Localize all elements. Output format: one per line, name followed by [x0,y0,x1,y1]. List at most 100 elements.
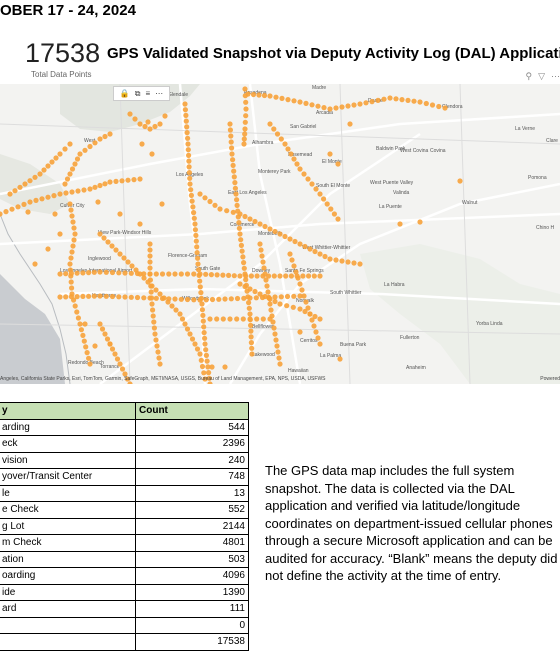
activity-marker[interactable] [259,253,265,259]
activity-marker[interactable] [107,341,113,347]
activity-marker[interactable] [196,272,202,278]
activity-marker[interactable] [285,146,291,152]
activity-marker[interactable] [74,156,81,162]
activity-marker[interactable] [423,100,429,107]
activity-marker[interactable] [228,139,234,145]
activity-marker[interactable] [9,206,15,212]
activity-marker[interactable] [116,294,122,300]
activity-marker[interactable] [182,321,188,327]
activity-marker[interactable] [82,321,88,327]
activity-marker[interactable] [312,313,318,320]
activity-marker[interactable] [202,195,208,201]
activity-marker[interactable] [74,270,80,276]
activity-marker[interactable] [442,105,448,111]
activity-marker[interactable] [186,170,192,176]
activity-marker[interactable] [302,243,308,250]
map-canvas[interactable]: GlendaleMadreDuarteGlendoraPasadenaArcad… [0,84,560,384]
activity-map[interactable]: GlendaleMadreDuarteGlendoraPasadenaArcad… [0,84,560,384]
activity-marker[interactable] [107,179,113,185]
activity-marker[interactable] [142,123,148,130]
activity-marker[interactable] [137,176,143,182]
activity-marker[interactable] [315,103,321,109]
activity-marker[interactable] [242,86,248,92]
activity-marker[interactable] [234,197,240,203]
activity-marker[interactable] [81,187,87,193]
activity-marker[interactable] [153,337,159,343]
activity-marker[interactable] [157,361,163,367]
activity-marker[interactable] [159,271,166,277]
activity-marker[interactable] [301,293,307,299]
activity-marker[interactable] [248,328,254,334]
activity-marker[interactable] [227,121,233,127]
activity-marker[interactable] [290,304,296,310]
activity-marker[interactable] [311,273,317,279]
activity-marker[interactable] [241,265,247,271]
activity-marker[interactable] [351,260,357,266]
activity-marker[interactable] [187,175,193,181]
activity-marker[interactable] [178,271,184,277]
activity-marker[interactable] [105,239,111,245]
activity-marker[interactable] [206,370,212,376]
activity-marker[interactable] [179,316,186,322]
activity-marker[interactable] [327,106,333,112]
activity-marker[interactable] [274,131,281,137]
activity-marker[interactable] [77,151,83,157]
activity-marker[interactable] [67,171,73,177]
activity-marker[interactable] [222,296,228,302]
activity-marker[interactable] [381,96,387,102]
activity-marker[interactable] [141,295,147,301]
activity-marker[interactable] [71,237,77,243]
activity-marker[interactable] [184,296,191,303]
activity-marker[interactable] [260,316,266,322]
activity-marker[interactable] [321,105,327,111]
activity-marker[interactable] [277,273,283,279]
activity-marker[interactable] [117,251,123,257]
activity-marker[interactable] [119,366,126,372]
activity-marker[interactable] [429,102,436,108]
activity-marker[interactable] [17,184,23,190]
activity-marker[interactable] [102,133,108,140]
activity-marker[interactable] [276,355,282,361]
activity-marker[interactable] [214,272,220,278]
activity-marker[interactable] [192,221,198,227]
activity-marker[interactable] [137,271,143,277]
activity-marker[interactable] [125,259,131,265]
activity-marker[interactable] [67,261,73,267]
activity-marker[interactable] [303,299,309,305]
activity-marker[interactable] [294,161,300,167]
activity-marker[interactable] [252,288,258,295]
activity-marker[interactable] [7,191,13,197]
activity-marker[interactable] [267,226,273,232]
activity-marker[interactable] [387,95,393,101]
activity-marker[interactable] [133,267,139,273]
activity-marker[interactable] [393,96,399,102]
activity-marker[interactable] [321,196,327,202]
activity-marker[interactable] [177,311,183,317]
activity-marker[interactable] [119,178,125,184]
activity-marker[interactable] [92,343,98,349]
activity-marker[interactable] [201,370,207,376]
activity-marker[interactable] [185,141,191,147]
activity-marker[interactable] [198,357,204,363]
activity-marker[interactable] [63,190,69,196]
activity-marker[interactable] [228,296,234,302]
activity-marker[interactable] [214,316,220,322]
activity-marker[interactable] [178,296,184,302]
activity-marker[interactable] [405,97,411,103]
activity-marker[interactable] [186,164,192,170]
activity-marker[interactable] [37,171,43,177]
activity-marker[interactable] [271,325,277,331]
activity-marker[interactable] [182,107,188,113]
activity-marker[interactable] [337,356,343,362]
activity-marker[interactable] [127,111,133,117]
activity-marker[interactable] [194,244,200,250]
activity-marker[interactable] [147,271,153,277]
activity-marker[interactable] [83,344,89,350]
activity-marker[interactable] [264,283,270,289]
activity-marker[interactable] [72,231,78,237]
activity-marker[interactable] [288,151,294,157]
activity-marker[interactable] [242,93,248,99]
activity-marker[interactable] [234,316,240,322]
activity-marker[interactable] [199,307,205,313]
activity-marker[interactable] [313,329,319,335]
